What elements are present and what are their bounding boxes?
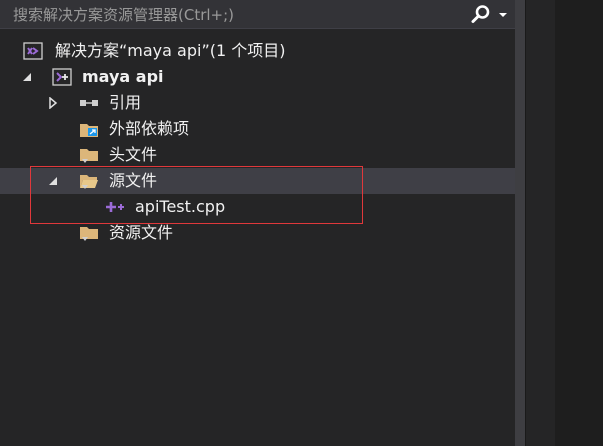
- panel-divider: [525, 0, 555, 446]
- search-input[interactable]: [0, 0, 473, 29]
- tree-item-solution[interactable]: 解决方案“maya api”(1 个项目): [0, 38, 515, 64]
- solution-tree: 解决方案“maya api”(1 个项目) maya api 引用 外部依赖项 …: [0, 38, 515, 246]
- open-filter-folder-icon: [79, 168, 99, 194]
- external-dependencies-folder-icon: [79, 116, 99, 142]
- filter-folder-icon: [79, 142, 99, 168]
- tree-item-resource-files[interactable]: 资源文件: [0, 220, 515, 246]
- tree-item-source-files[interactable]: 源文件: [0, 168, 515, 194]
- tree-item-external-dependencies[interactable]: 外部依赖项: [0, 116, 515, 142]
- solution-label: 解决方案“maya api”(1 个项目): [55, 41, 286, 60]
- solution-icon: [23, 38, 43, 64]
- tree-item-label: 引用: [109, 93, 142, 112]
- search-options-dropdown-icon[interactable]: [496, 4, 510, 24]
- tree-item-apitest-cpp[interactable]: apiTest.cpp: [0, 194, 515, 220]
- cpp-project-icon: [52, 64, 72, 90]
- search-icon[interactable]: [470, 4, 492, 24]
- tree-item-header-files[interactable]: 头文件: [0, 142, 515, 168]
- editor-pane[interactable]: [555, 0, 603, 446]
- tree-item-label: 头文件: [109, 145, 158, 164]
- search-bar: [0, 0, 515, 29]
- project-label: maya api: [82, 67, 164, 86]
- cpp-file-icon: [106, 194, 126, 220]
- collapsed-arrow-icon[interactable]: [46, 90, 60, 116]
- expanded-arrow-icon[interactable]: [46, 168, 60, 194]
- tree-item-project[interactable]: maya api: [0, 64, 515, 90]
- tree-item-references[interactable]: 引用: [0, 90, 515, 116]
- tree-item-label: apiTest.cpp: [135, 197, 226, 216]
- tree-item-label: 资源文件: [109, 223, 174, 242]
- filter-folder-icon: [79, 220, 99, 246]
- expanded-arrow-icon[interactable]: [20, 64, 34, 90]
- references-icon: [79, 90, 99, 116]
- vertical-scrollbar[interactable]: [515, 0, 525, 446]
- tree-item-label: 外部依赖项: [109, 119, 190, 138]
- tree-item-label: 源文件: [109, 171, 158, 190]
